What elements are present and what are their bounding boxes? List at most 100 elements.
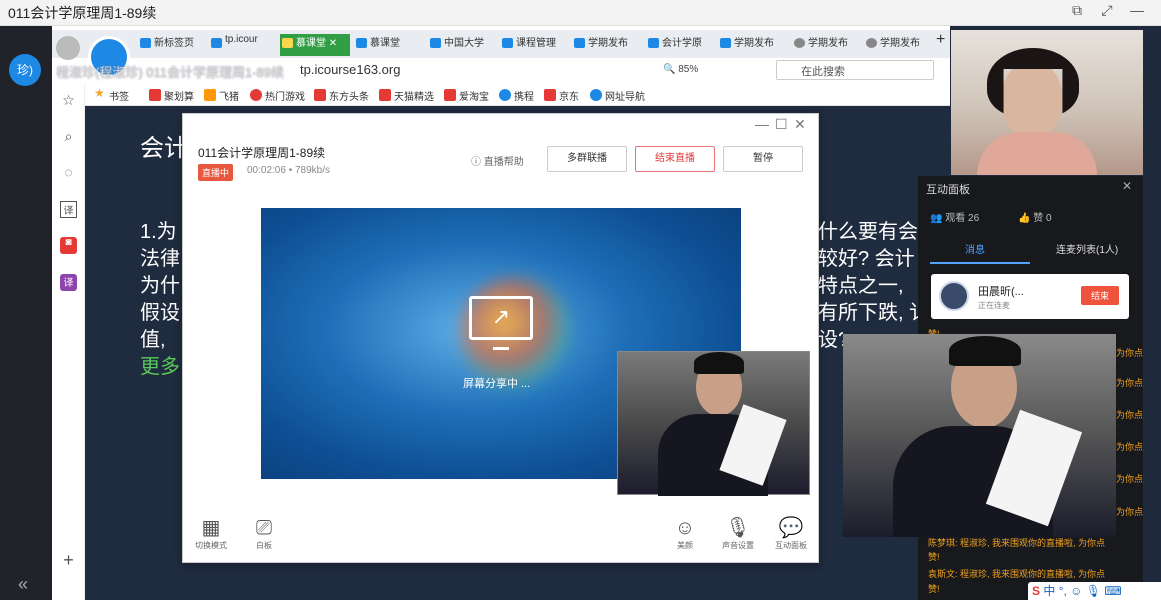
tab-accounting[interactable]: 会计学原: [646, 34, 708, 56]
thumbs-up-icon: 👍: [1018, 213, 1031, 224]
globe-icon: [794, 38, 805, 48]
profile-icon[interactable]: [56, 36, 80, 60]
end-live-button[interactable]: 结束直播: [635, 146, 715, 172]
end-connection-button[interactable]: 结束: [1081, 286, 1120, 305]
guest-name: 田晨昕(...: [978, 286, 1024, 298]
tab-favicon: [430, 38, 441, 48]
tab-mooc-active[interactable]: 慕课堂 ✕: [280, 34, 350, 56]
bookmark-item[interactable]: 飞猪: [204, 88, 239, 103]
translate-icon[interactable]: 译: [60, 201, 77, 218]
live-badge: 直播中: [198, 164, 234, 181]
tab-favicon: [502, 38, 513, 48]
slide-text-line: 为什: [140, 275, 180, 297]
pause-button[interactable]: 暂停: [723, 146, 803, 172]
tab-course-admin[interactable]: 课程管理: [500, 34, 562, 56]
slide-text-fragment: 设? 离了经: [818, 329, 843, 351]
bookmark-item[interactable]: 京东: [544, 88, 579, 103]
beauty-button[interactable]: ☺ 美颜: [663, 516, 707, 551]
collapse-icon[interactable]: «: [18, 574, 28, 595]
bookmark-item[interactable]: 爱淘宝: [444, 88, 489, 103]
bookmark-item[interactable]: 网址导航: [590, 88, 645, 103]
tab-term-4[interactable]: 学期发布: [864, 34, 926, 56]
new-tab-button[interactable]: +: [936, 31, 952, 53]
host-camera: [951, 30, 1143, 175]
viewers-icon: 👥: [930, 213, 943, 224]
bookmark-icon: [379, 89, 391, 101]
maximize-icon[interactable]: ⤢: [1096, 2, 1118, 22]
star-outline-icon[interactable]: ☆: [60, 92, 77, 109]
dialog-maximize-icon[interactable]: ☐: [775, 116, 788, 133]
chat-fragment: 为你点: [1116, 474, 1144, 484]
tab-mooc[interactable]: 慕课堂: [354, 34, 416, 56]
window-title: 011会计学原理周1-89续: [8, 5, 157, 21]
viewer-count: 👥 观看 26: [930, 213, 980, 224]
tab-term-3[interactable]: 学期发布: [792, 34, 854, 56]
tab-term-2[interactable]: 学期发布: [718, 34, 780, 56]
whiteboard-button[interactable]: ⎚ 白板: [242, 516, 286, 551]
tab-new[interactable]: 新标签页: [138, 34, 204, 56]
user-avatar[interactable]: 珍): [9, 54, 41, 86]
chat-fragment: 为你点: [1116, 442, 1144, 452]
bookmark-icon: [444, 89, 456, 101]
chat-fragment: 为你点: [1116, 378, 1144, 388]
browser-sidebar: ☆ ⌕ ◌ 译 ◙ 译 +: [52, 84, 85, 600]
tab-icourse[interactable]: tp.icour: [209, 34, 269, 56]
tab-messages[interactable]: 消息: [965, 241, 985, 256]
minimize-icon[interactable]: —: [1126, 2, 1148, 22]
slide-more-link[interactable]: 更多: [140, 350, 180, 379]
panel-close-icon[interactable]: ✕: [1122, 179, 1132, 193]
bookmark-icon: [250, 89, 262, 101]
chat-icon[interactable]: ◌: [60, 164, 77, 181]
slide-text-fragment: 有所下跌, 讠: [818, 302, 918, 324]
screen-share-icon: ↗: [469, 296, 533, 340]
slide-text-line: 假设: [140, 302, 180, 324]
tab-term-1[interactable]: 学期发布: [572, 34, 634, 56]
like-count: 👍 赞 0: [1018, 213, 1052, 224]
multi-group-button[interactable]: 多群联播: [547, 146, 627, 172]
search-icon[interactable]: ⌕: [60, 128, 77, 145]
guest-status: 正在连麦: [978, 301, 1010, 310]
bookmark-star[interactable]: ★ 书签: [94, 86, 129, 103]
dialog-close-icon[interactable]: ✕: [794, 116, 806, 133]
zoom-level[interactable]: 🔍 85%: [663, 64, 698, 75]
live-stream-dialog: — ☐ ✕ 011会计学原理周1-89续 直播中 00:02:06 • 789k…: [182, 113, 819, 563]
bookmark-item[interactable]: 聚划算: [149, 88, 194, 103]
tab-favicon: [211, 38, 222, 48]
live-help-link[interactable]: ⓘ 直播帮助: [471, 153, 524, 168]
bookmark-icon: [544, 89, 556, 101]
switch-mode-button[interactable]: ▦ 切换模式: [189, 516, 233, 551]
slide-text-fragment: 较好? 会计: [818, 248, 915, 270]
window-titlebar: 011会计学原理周1-89续 ⧉ ⤢ —: [0, 0, 1161, 26]
app-purple-icon[interactable]: 译: [60, 274, 77, 291]
ime-toolbar[interactable]: S 中 °, ☺ 🎙 ⌨: [1028, 582, 1161, 600]
tab-university[interactable]: 中国大学: [428, 34, 490, 56]
chat-message: 赞!: [928, 552, 940, 562]
bookmark-bar: ★ 书签 聚划算 飞猪 热门游戏 东方头条 天猫精选 爱淘宝 携程 京东 网址导航: [52, 84, 950, 106]
hair: [949, 336, 1021, 366]
slide-text-line: 法律: [140, 248, 180, 270]
monitor-stand: [493, 340, 509, 350]
whiteboard-icon: ⎚: [256, 517, 272, 539]
bookmark-item[interactable]: 东方头条: [314, 88, 369, 103]
guest-avatar: [939, 281, 969, 311]
pin-icon[interactable]: ⧉: [1066, 2, 1088, 22]
bookmark-icon: [590, 89, 602, 101]
audio-settings-button[interactable]: 🎙 声音设置: [716, 516, 760, 551]
scarf: [977, 132, 1097, 175]
bookmark-item[interactable]: 天猫精选: [379, 88, 434, 103]
course-name: 011会计学原理周1-89续: [198, 146, 326, 160]
tab-favicon: [574, 38, 585, 48]
add-icon[interactable]: +: [60, 550, 77, 570]
bookmark-item[interactable]: 热门游戏: [250, 88, 305, 103]
url-text[interactable]: tp.icourse163.org: [300, 62, 400, 77]
interaction-panel-button[interactable]: 💬 互动面板: [769, 516, 813, 551]
bookmark-icon: [149, 89, 161, 101]
slide-text-fragment: 什么要有会计: [818, 221, 918, 243]
bookmark-item[interactable]: 携程: [499, 88, 534, 103]
active-tab-indicator: [930, 262, 1030, 264]
search-input[interactable]: 在此搜索: [776, 60, 934, 80]
app-red-icon[interactable]: ◙: [60, 237, 77, 254]
tab-connect-list[interactable]: 连麦列表(1人): [1056, 241, 1118, 256]
dialog-minimize-icon[interactable]: —: [755, 116, 769, 132]
tab-favicon: [648, 38, 659, 48]
